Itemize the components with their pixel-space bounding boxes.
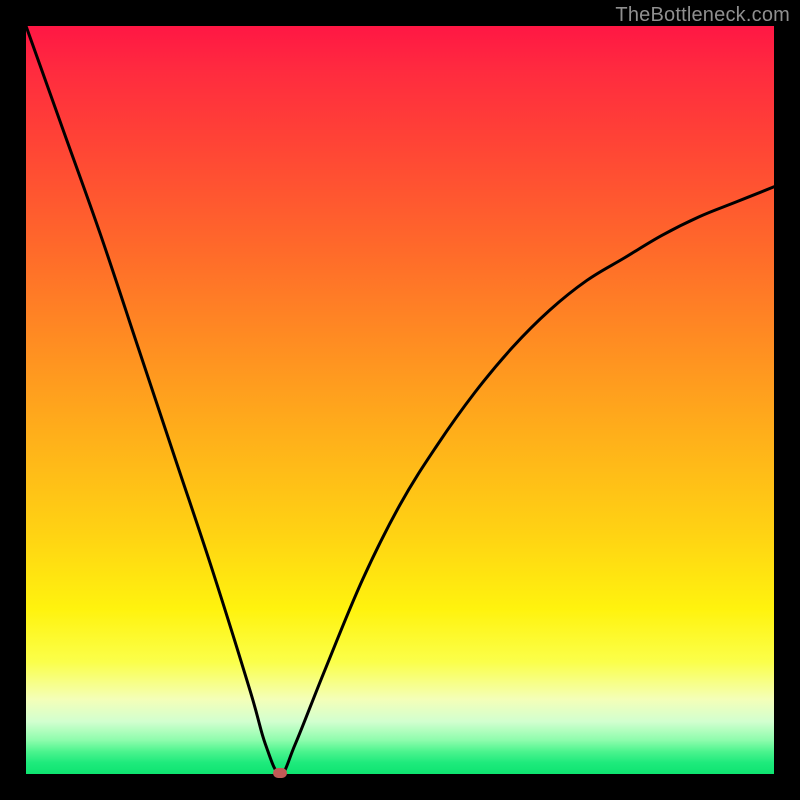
watermark-text: TheBottleneck.com <box>615 4 790 27</box>
plot-area <box>26 26 774 774</box>
bottleneck-curve <box>26 26 774 774</box>
minimum-marker <box>273 768 287 778</box>
chart-frame: TheBottleneck.com <box>0 0 800 800</box>
